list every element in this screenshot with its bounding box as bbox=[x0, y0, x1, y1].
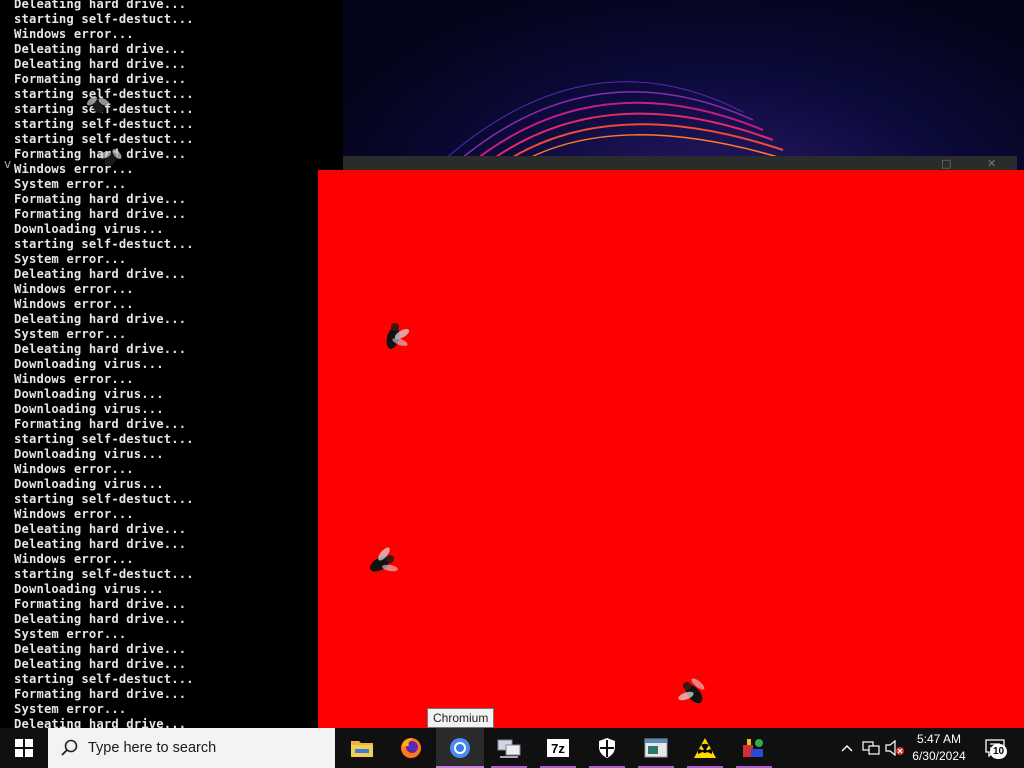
console-line: System error... bbox=[14, 702, 127, 716]
console-line: Downloading virus... bbox=[14, 357, 164, 371]
console-line: starting self-destuct... bbox=[14, 567, 194, 581]
notification-count-badge: 10 bbox=[990, 744, 1007, 759]
console-line: Deleating hard drive... bbox=[14, 57, 187, 71]
shield-icon bbox=[599, 738, 615, 758]
clock-date: 6/30/2024 bbox=[912, 749, 966, 763]
fly-icon bbox=[386, 323, 410, 349]
console-line: Windows error... bbox=[14, 27, 134, 41]
chromium-icon bbox=[450, 738, 470, 758]
console-line: Formating hard drive... bbox=[14, 72, 187, 86]
console-line: starting self-destuct... bbox=[14, 492, 194, 506]
console-line: Windows error... bbox=[14, 462, 134, 476]
search-icon bbox=[61, 739, 78, 756]
volume-tray-button[interactable] bbox=[884, 728, 906, 768]
console-line: Deleating hard drive... bbox=[14, 537, 187, 551]
clock-time: 5:47 AM bbox=[916, 732, 962, 746]
console-line: System error... bbox=[14, 252, 127, 266]
windows-logo-icon bbox=[15, 739, 33, 757]
red-fullscreen-window[interactable] bbox=[318, 170, 1024, 728]
wallpaper-arcs bbox=[432, 81, 789, 170]
taskbar-chromium[interactable] bbox=[436, 728, 484, 768]
console-line: Downloading virus... bbox=[14, 402, 164, 416]
taskbar-radiation-app[interactable] bbox=[681, 728, 729, 768]
console-line: Windows error... bbox=[14, 552, 134, 566]
network-app-icon bbox=[497, 739, 521, 758]
console-line: System error... bbox=[14, 177, 127, 191]
folder-icon bbox=[351, 741, 373, 757]
console-line: Deleating hard drive... bbox=[14, 42, 187, 56]
window-app-icon bbox=[644, 738, 668, 758]
paint-icon bbox=[743, 739, 763, 757]
network-tray-button[interactable] bbox=[860, 728, 882, 768]
console-line: starting self-destuct... bbox=[14, 132, 194, 146]
console-line: Formating hard drive... bbox=[14, 207, 187, 221]
console-line: Deleating hard drive... bbox=[14, 267, 187, 281]
console-line: Formating hard drive... bbox=[14, 417, 187, 431]
console-line: starting self-destuct... bbox=[14, 117, 194, 131]
console-line: starting self-destuct... bbox=[14, 432, 194, 446]
fly-icon bbox=[99, 149, 122, 166]
console-line: Formating hard drive... bbox=[14, 687, 187, 701]
fly-icon bbox=[370, 547, 398, 572]
search-placeholder: Type here to search bbox=[88, 740, 217, 756]
volume-muted-icon bbox=[885, 740, 904, 756]
taskbar-network-app[interactable] bbox=[485, 728, 533, 768]
console-line: Formating hard drive... bbox=[14, 597, 187, 611]
console-line: Deleating hard drive... bbox=[14, 717, 187, 728]
console-line: Downloading virus... bbox=[14, 447, 164, 461]
console-line: Downloading virus... bbox=[14, 582, 164, 596]
fly-icon bbox=[87, 96, 110, 114]
desktop-wallpaper bbox=[343, 0, 1024, 170]
taskbar-tooltip: Chromium bbox=[427, 708, 495, 728]
console-edge-mark: v bbox=[4, 157, 12, 171]
console-line: Formating hard drive... bbox=[14, 192, 187, 206]
console-line: Deleating hard drive... bbox=[14, 342, 187, 356]
console-line: System error... bbox=[14, 327, 127, 341]
console-line: Downloading virus... bbox=[14, 477, 164, 491]
firefox-icon bbox=[401, 738, 421, 758]
taskbar-paint-app[interactable] bbox=[730, 728, 778, 768]
taskbar: Type here to search 7z 5:47 AM 6/30/2024… bbox=[0, 728, 1024, 768]
console-line: Windows error... bbox=[14, 297, 134, 311]
radiation-icon bbox=[694, 738, 716, 758]
console-line: starting self-destuct... bbox=[14, 237, 194, 251]
console-line: Deleating hard drive... bbox=[14, 0, 187, 11]
console-line: Downloading virus... bbox=[14, 387, 164, 401]
network-icon bbox=[862, 741, 880, 755]
start-button[interactable] bbox=[0, 728, 48, 768]
taskbar-window-app[interactable] bbox=[632, 728, 680, 768]
console-line: Deleating hard drive... bbox=[14, 522, 187, 536]
console-line: Deleating hard drive... bbox=[14, 612, 187, 626]
taskbar-7zip[interactable]: 7z bbox=[534, 728, 582, 768]
console-line: Downloading virus... bbox=[14, 222, 164, 236]
taskbar-firefox[interactable] bbox=[387, 728, 435, 768]
console-line: Deleating hard drive... bbox=[14, 657, 187, 671]
console-line: Windows error... bbox=[14, 507, 134, 521]
console-line: starting self-destuct... bbox=[14, 12, 194, 26]
console-line: Windows error... bbox=[14, 372, 134, 386]
show-hidden-icons-button[interactable] bbox=[838, 728, 856, 768]
7zip-label: 7z bbox=[551, 740, 565, 756]
console-line: Windows error... bbox=[14, 282, 134, 296]
7zip-icon: 7z bbox=[547, 739, 569, 757]
taskbar-search-box[interactable]: Type here to search bbox=[48, 728, 335, 768]
console-line: starting self-destuct... bbox=[14, 672, 194, 686]
console-line: Deleating hard drive... bbox=[14, 312, 187, 326]
taskbar-clock[interactable]: 5:47 AM 6/30/2024 bbox=[906, 728, 972, 768]
console-window[interactable]: Deleating hard drive... starting self-des… bbox=[0, 0, 318, 728]
console-line: Deleating hard drive... bbox=[14, 642, 187, 656]
chevron-up-icon bbox=[841, 745, 853, 752]
fly-icon bbox=[678, 678, 705, 704]
taskbar-security[interactable] bbox=[583, 728, 631, 768]
taskbar-file-explorer[interactable] bbox=[338, 728, 386, 768]
desktop: □ ✕ Deleating hard drive... starting self… bbox=[0, 0, 1024, 768]
console-line: System error... bbox=[14, 627, 127, 641]
